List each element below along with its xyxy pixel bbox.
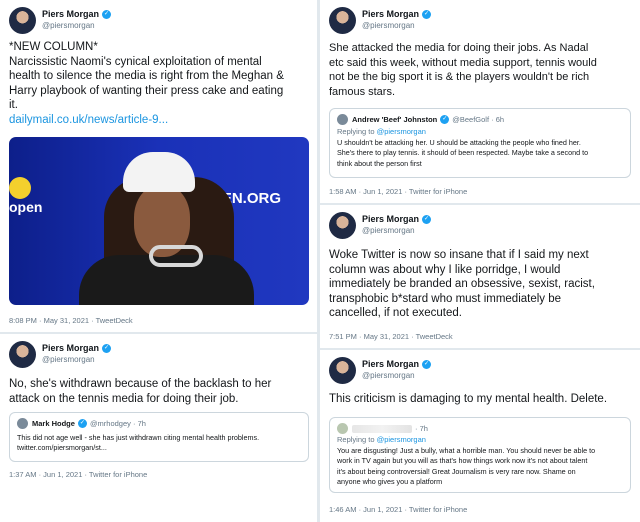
tweet-header: Piers Morgan ✓ @piersmorgan — [329, 6, 432, 34]
tweet-header: Piers Morgan ✓ @piersmorgan — [9, 6, 112, 34]
quoted-tweet[interactable]: · 7h Replying to @piersmorgan You are di… — [329, 417, 631, 493]
verified-badge-icon: ✓ — [77, 419, 87, 428]
avatar[interactable] — [329, 6, 356, 34]
quoted-tweet[interactable]: Mark Hodge ✓ @mrhodgey · 7h This did not… — [9, 412, 309, 462]
quoted-avatar — [17, 418, 28, 429]
tweet-text: No, she's withdrawn because of the backl… — [9, 378, 272, 405]
quoted-author-handle: · 7h — [415, 424, 428, 433]
author-name[interactable]: Piers Morgan — [362, 359, 419, 370]
tweet-header: Piers Morgan ✓ @piersmorgan — [9, 340, 112, 368]
author-handle[interactable]: @piersmorgan — [42, 20, 111, 31]
quoted-author-handle: @BeefGolf · 6h — [452, 115, 505, 124]
tweet-new-column[interactable]: Piers Morgan ✓ @piersmorgan *NEW COLUMN*… — [0, 0, 317, 332]
photo-backdrop-text-left: open — [9, 199, 43, 215]
tweet-withdrawn[interactable]: Piers Morgan ✓ @piersmorgan No, she's wi… — [0, 334, 317, 522]
tweet-text: *NEW COLUMN* Narcissistic Naomi's cynica… — [9, 40, 314, 127]
quoted-text: You are disgusting! Just a bully, what a… — [337, 446, 596, 487]
avatar[interactable] — [9, 6, 36, 34]
tweet-text: Woke Twitter is now so insane that if I … — [329, 249, 595, 319]
verified-badge-icon: ✓ — [102, 10, 112, 19]
tweet-text: This criticism is damaging to my mental … — [329, 393, 608, 405]
quoted-tweet[interactable]: Andrew 'Beef' Johnston ✓ @BeefGolf · 6h … — [329, 108, 631, 178]
reply-handle-link[interactable]: @piersmorgan — [377, 435, 426, 444]
tweet-timestamp[interactable]: 1:58 AM · Jun 1, 2021 · Twitter for iPho… — [329, 187, 467, 196]
tweet-header: Piers Morgan ✓ @piersmorgan — [329, 356, 432, 384]
avatar[interactable] — [9, 340, 36, 368]
avatar[interactable] — [329, 211, 356, 239]
tweet-timestamp[interactable]: 1:37 AM · Jun 1, 2021 · Twitter for iPho… — [9, 470, 147, 479]
author-name[interactable]: Piers Morgan — [362, 9, 419, 20]
verified-badge-icon: ✓ — [440, 115, 450, 124]
tennis-ball-logo — [9, 177, 31, 199]
tweet-header: Piers Morgan ✓ @piersmorgan — [329, 211, 432, 239]
tweet-timestamp[interactable]: 8:08 PM · May 31, 2021 · TweetDeck — [9, 316, 133, 325]
tweet-attacked-media[interactable]: Piers Morgan ✓ @piersmorgan She attacked… — [320, 0, 640, 203]
author-name[interactable]: Piers Morgan — [362, 214, 419, 225]
quoted-text: This did not age well - she has just wit… — [17, 433, 260, 453]
author-handle[interactable]: @piersmorgan — [362, 225, 431, 236]
tweet-timestamp[interactable]: 7:51 PM · May 31, 2021 · TweetDeck — [329, 332, 453, 341]
article-link[interactable]: dailymail.co.uk/news/article-9... — [9, 113, 314, 128]
reply-handle-link[interactable]: @piersmorgan — [377, 127, 426, 136]
tweet-woke-twitter[interactable]: Piers Morgan ✓ @piersmorgan Woke Twitter… — [320, 205, 640, 348]
author-name[interactable]: Piers Morgan — [42, 9, 99, 20]
tweet-text: She attacked the media for doing their j… — [329, 42, 597, 98]
blurred-avatar — [337, 423, 348, 434]
quoted-avatar — [337, 114, 348, 125]
quoted-author-name: Mark Hodge — [32, 419, 75, 428]
tweet-criticism[interactable]: Piers Morgan ✓ @piersmorgan This critici… — [320, 350, 640, 522]
verified-badge-icon: ✓ — [422, 10, 432, 19]
blurred-author-name — [352, 424, 412, 433]
replying-to: Replying to @piersmorgan — [337, 435, 426, 444]
tweet-timestamp[interactable]: 1:46 AM · Jun 1, 2021 · Twitter for iPho… — [329, 505, 467, 514]
quoted-author-handle: @mrhodgey · 7h — [89, 419, 146, 428]
author-handle[interactable]: @piersmorgan — [362, 370, 431, 381]
avatar[interactable] — [329, 356, 356, 384]
author-name[interactable]: Piers Morgan — [42, 343, 99, 354]
verified-badge-icon: ✓ — [422, 215, 432, 224]
verified-badge-icon: ✓ — [102, 344, 112, 353]
author-handle[interactable]: @piersmorgan — [42, 354, 111, 365]
tweet-photo[interactable]: open SOPEN.ORG — [9, 137, 309, 305]
quoted-text: U shouldn't be attacking her. U should b… — [337, 138, 589, 168]
verified-badge-icon: ✓ — [422, 360, 432, 369]
replying-to: Replying to @piersmorgan — [337, 127, 426, 136]
quoted-author-name: Andrew 'Beef' Johnston — [352, 115, 438, 124]
headphones — [149, 245, 203, 267]
author-handle[interactable]: @piersmorgan — [362, 20, 431, 31]
